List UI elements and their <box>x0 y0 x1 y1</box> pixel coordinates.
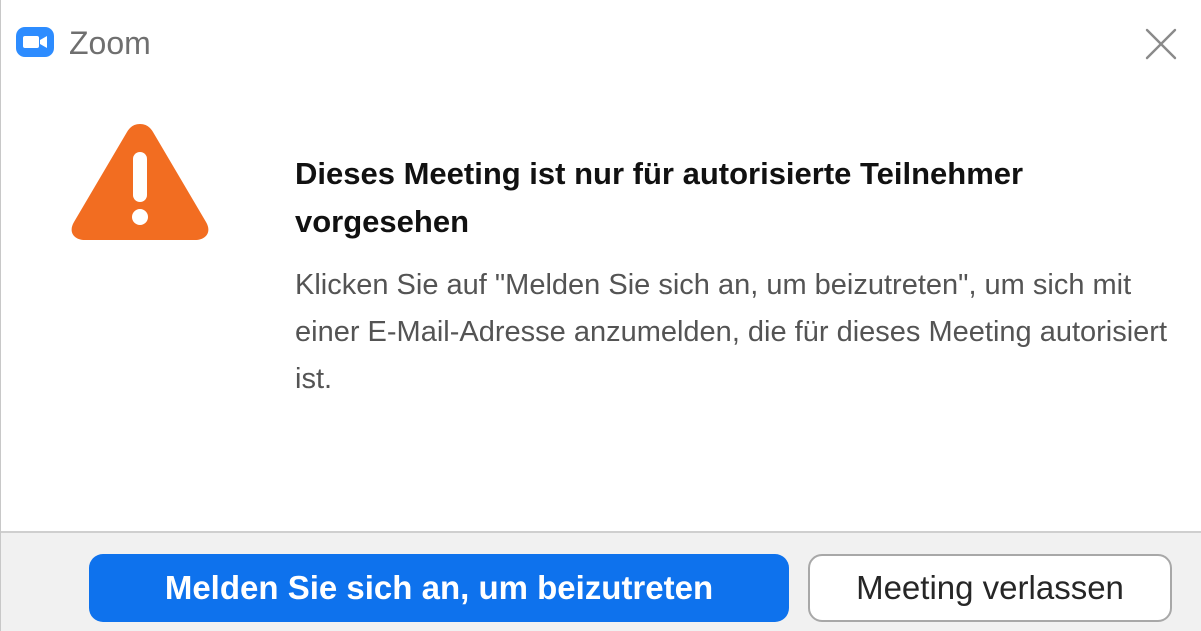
zoom-camera-icon <box>16 27 54 57</box>
close-icon[interactable] <box>1139 22 1183 66</box>
dialog-heading: Dieses Meeting ist nur für autorisierte … <box>295 156 1024 239</box>
leave-meeting-button[interactable]: Meeting verlassen <box>808 554 1172 622</box>
dialog-window: Zoom Dieses Meeting ist nur für autorisi… <box>0 0 1201 631</box>
dialog-message: Klicken Sie auf "Melden Sie sich an, um … <box>295 269 1168 395</box>
window-title: Zoom <box>69 25 151 61</box>
sign-in-to-join-button[interactable]: Melden Sie sich an, um beizutreten <box>89 554 789 622</box>
warning-icon <box>71 124 209 240</box>
title-bar: Zoom <box>1 0 1201 84</box>
